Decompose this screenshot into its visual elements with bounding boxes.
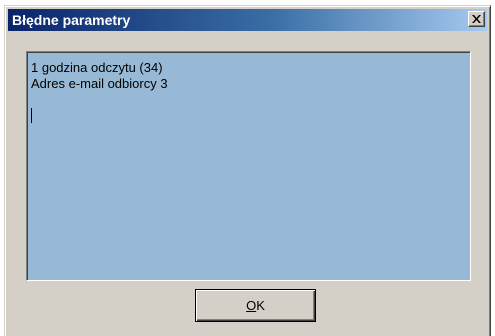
error-message-box[interactable]: 1 godzina odczytu (34) Adres e-mail odbi… — [26, 51, 471, 281]
close-icon — [472, 15, 481, 23]
ok-button[interactable]: OK — [195, 289, 316, 322]
dialog-title: Błędne parametry — [12, 12, 131, 28]
ok-button-label: K — [256, 298, 265, 313]
title-bar[interactable]: Błędne parametry — [8, 9, 487, 31]
message-line-2: Adres e-mail odbiorcy 3 — [31, 76, 168, 91]
text-cursor — [31, 108, 32, 123]
ok-button-accelerator: O — [246, 298, 257, 313]
error-dialog: Błędne parametry 1 godzina odczytu (34) … — [4, 5, 491, 336]
message-line-1: 1 godzina odczytu (34) — [31, 60, 163, 75]
close-button[interactable] — [468, 11, 485, 27]
